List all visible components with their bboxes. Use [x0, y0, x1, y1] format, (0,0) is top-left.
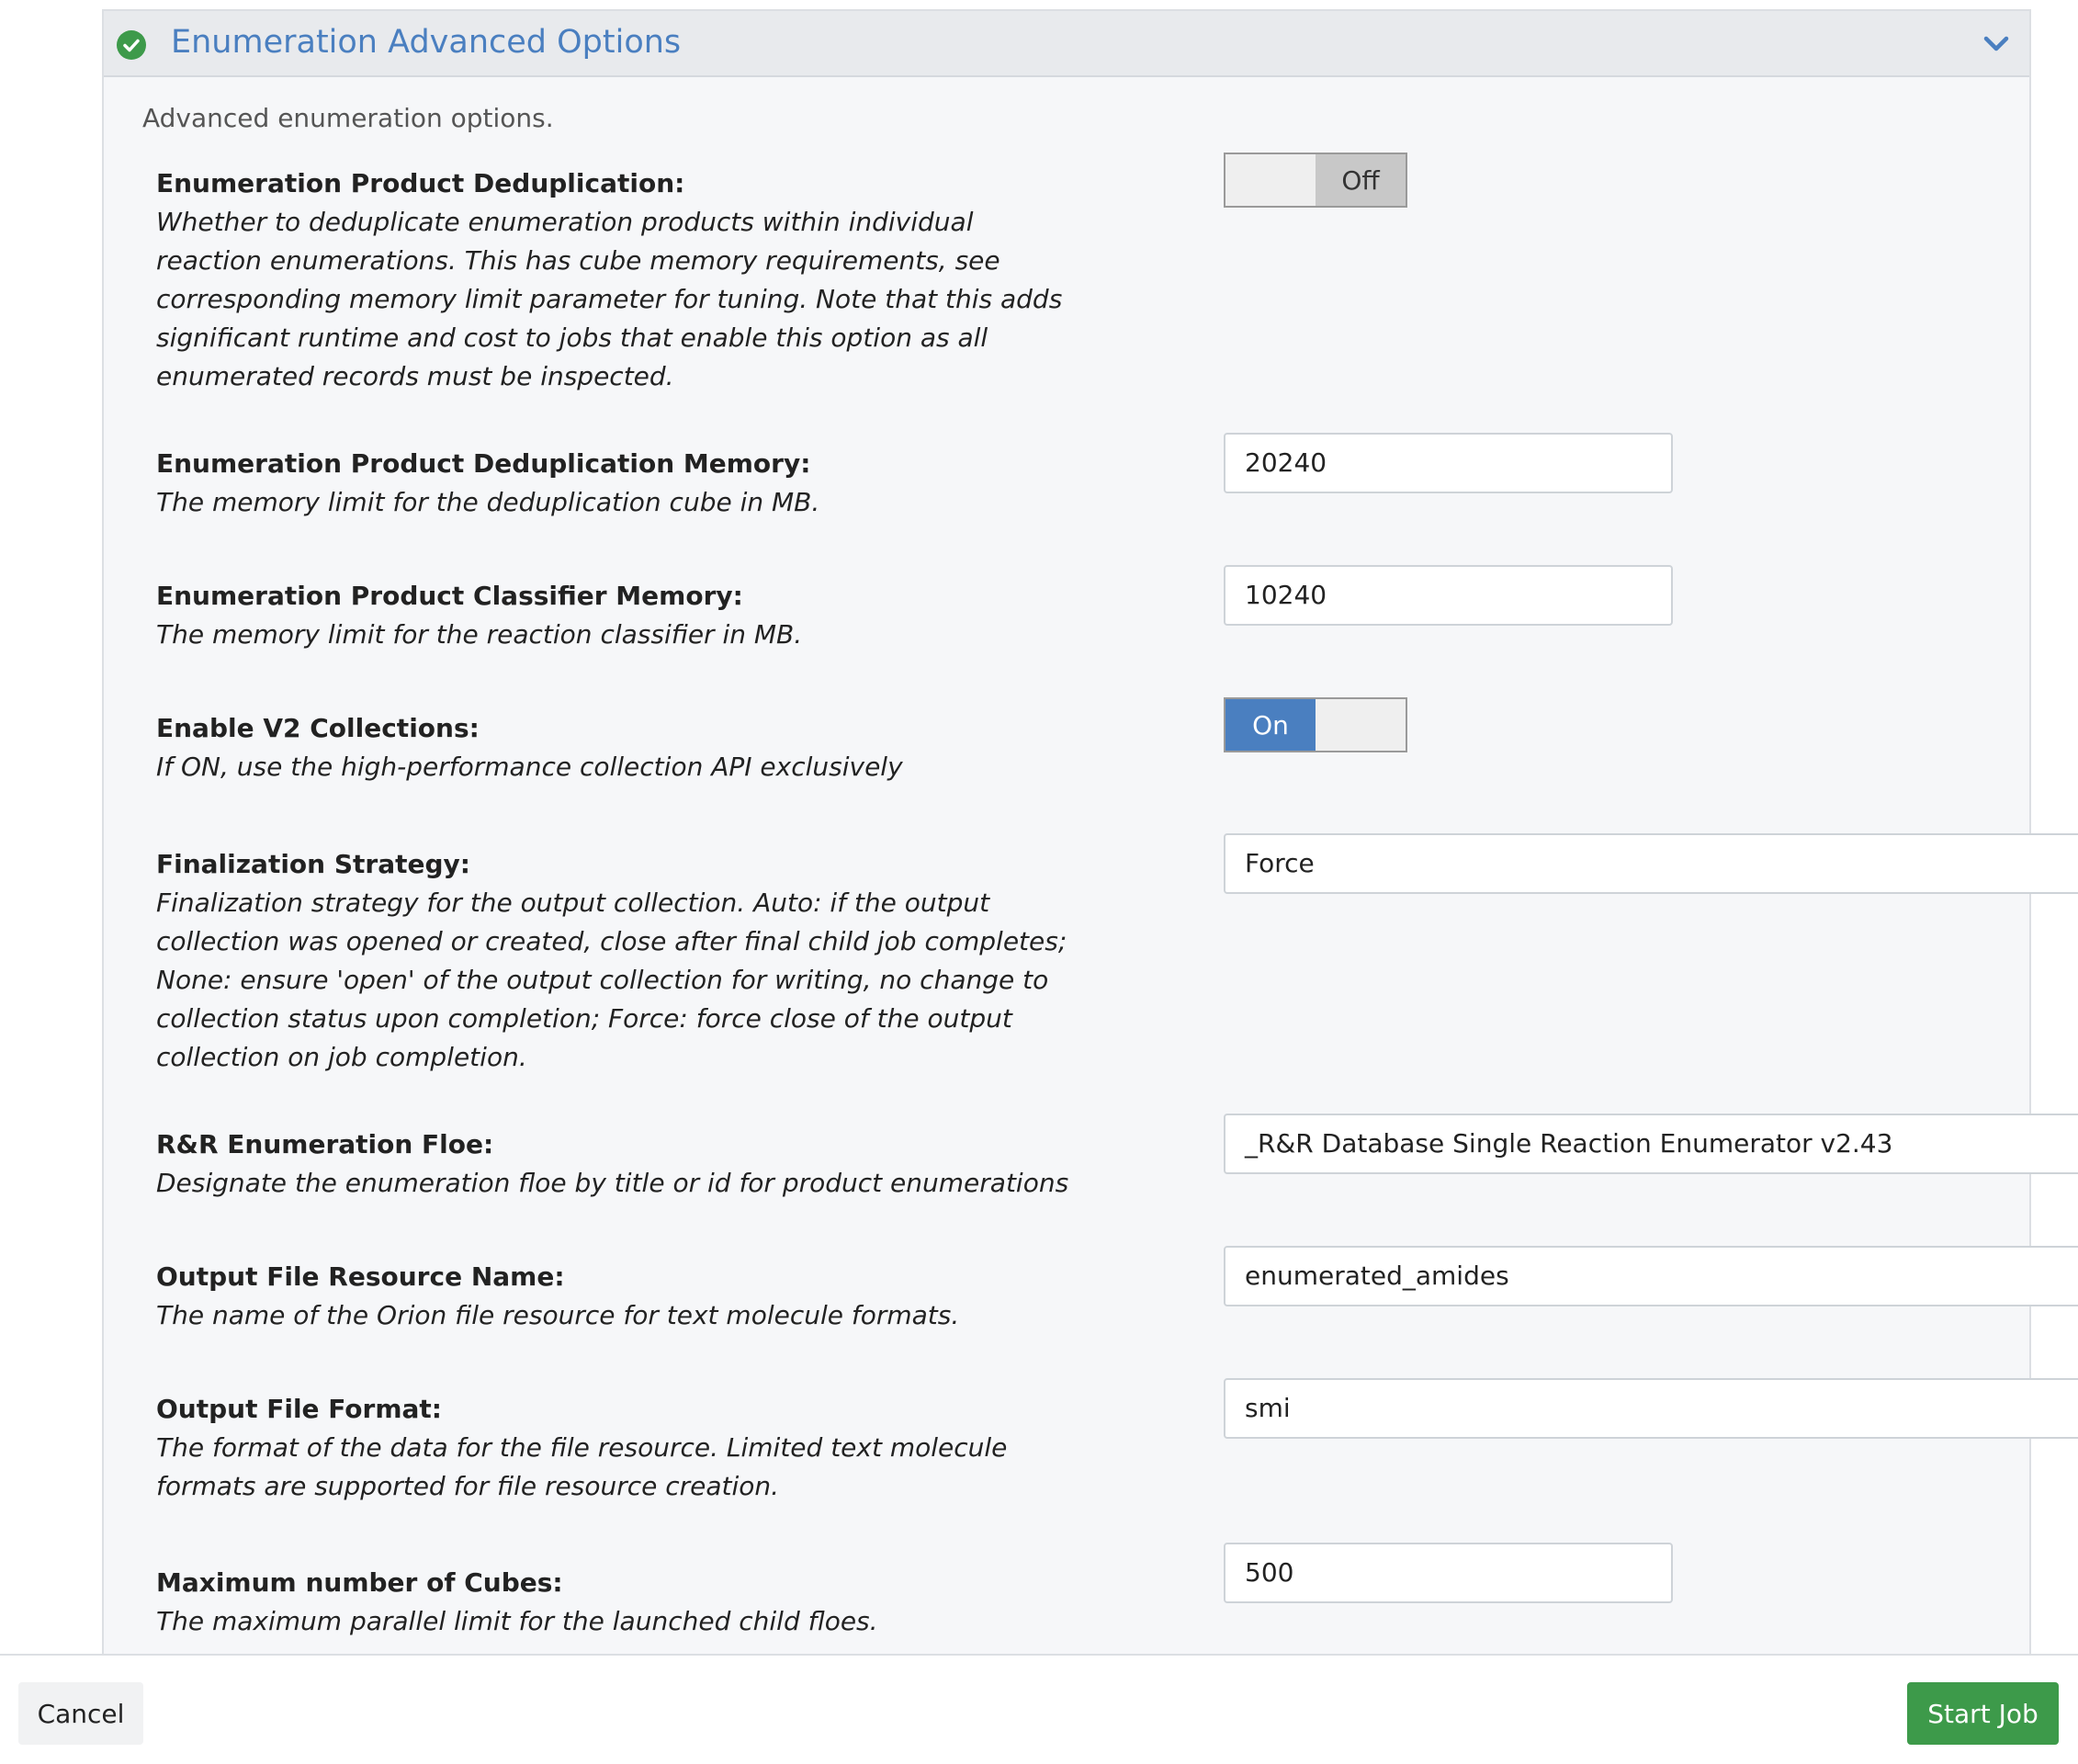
field-help: The memory limit for the reaction classi… — [156, 619, 803, 650]
dedup-toggle[interactable]: Off — [1224, 153, 1407, 208]
field-label: Output File Format: — [156, 1394, 442, 1424]
field-label: Finalization Strategy: — [156, 849, 470, 879]
finalization-select[interactable]: Force — [1224, 833, 2078, 894]
panel-header[interactable]: Enumeration Advanced Options — [104, 11, 2029, 77]
field-label: Enumeration Product Deduplication Memory… — [156, 448, 811, 479]
field-help: If ON, use the high-performance collecti… — [156, 752, 903, 782]
field-v2-collections: Enable V2 Collections: If ON, use the hi… — [156, 709, 1075, 786]
output-name-input[interactable]: enumerated_amides — [1224, 1246, 2078, 1306]
toggle-knob — [1316, 699, 1406, 751]
field-output-format: Output File Format: The format of the da… — [156, 1390, 1075, 1506]
field-dedup-memory: Enumeration Product Deduplication Memory… — [156, 445, 1075, 522]
field-output-name: Output File Resource Name: The name of t… — [156, 1258, 1075, 1335]
toggle-state: Off — [1316, 154, 1406, 206]
dedup-memory-input[interactable]: 20240 — [1224, 433, 1673, 493]
field-label: Enumeration Product Classifier Memory: — [156, 581, 743, 611]
selected-value: smi — [1245, 1393, 1291, 1423]
selected-value: Force — [1245, 848, 1315, 878]
chevron-down-icon[interactable] — [1983, 33, 2009, 55]
field-max-cubes: Maximum number of Cubes: The maximum par… — [156, 1564, 1075, 1641]
toggle-state: On — [1225, 699, 1316, 751]
check-circle-icon — [117, 30, 146, 60]
footer-bar: Cancel Start Job — [0, 1654, 2078, 1764]
start-job-button[interactable]: Start Job — [1907, 1682, 2059, 1745]
field-help: Whether to deduplicate enumeration produ… — [156, 207, 1063, 391]
field-dedup: Enumeration Product Deduplication: Wheth… — [156, 164, 1075, 396]
cancel-button[interactable]: Cancel — [18, 1682, 143, 1745]
field-finalization: Finalization Strategy: Finalization stra… — [156, 845, 1075, 1077]
field-help: The memory limit for the deduplication c… — [156, 487, 820, 517]
field-help: The format of the data for the file reso… — [156, 1432, 1008, 1501]
field-help: Designate the enumeration floe by title … — [156, 1168, 1069, 1198]
enum-floe-input[interactable]: _R&R Database Single Reaction Enumerator… — [1224, 1114, 2078, 1174]
field-enum-floe: R&R Enumeration Floe: Designate the enum… — [156, 1125, 1075, 1203]
field-label: Enumeration Product Deduplication: — [156, 168, 685, 198]
field-label: Enable V2 Collections: — [156, 713, 480, 743]
output-format-select[interactable]: smi — [1224, 1378, 2078, 1439]
field-help: Finalization strategy for the output col… — [156, 888, 1067, 1072]
field-label: Maximum number of Cubes: — [156, 1567, 563, 1598]
field-label: R&R Enumeration Floe: — [156, 1129, 494, 1159]
panel-title[interactable]: Enumeration Advanced Options — [171, 22, 681, 62]
field-classifier-memory: Enumeration Product Classifier Memory: T… — [156, 577, 1075, 654]
panel-description: Advanced enumeration options. — [142, 103, 554, 133]
field-help: The name of the Orion file resource for … — [156, 1300, 960, 1330]
toggle-knob — [1225, 154, 1316, 206]
field-help: The maximum parallel limit for the launc… — [156, 1606, 878, 1636]
field-label: Output File Resource Name: — [156, 1261, 565, 1292]
classifier-memory-input[interactable]: 10240 — [1224, 565, 1673, 626]
advanced-options-panel: Enumeration Advanced Options Advanced en… — [102, 9, 2078, 1654]
v2-collections-toggle[interactable]: On — [1224, 697, 1407, 752]
max-cubes-input[interactable]: 500 — [1224, 1543, 1673, 1603]
